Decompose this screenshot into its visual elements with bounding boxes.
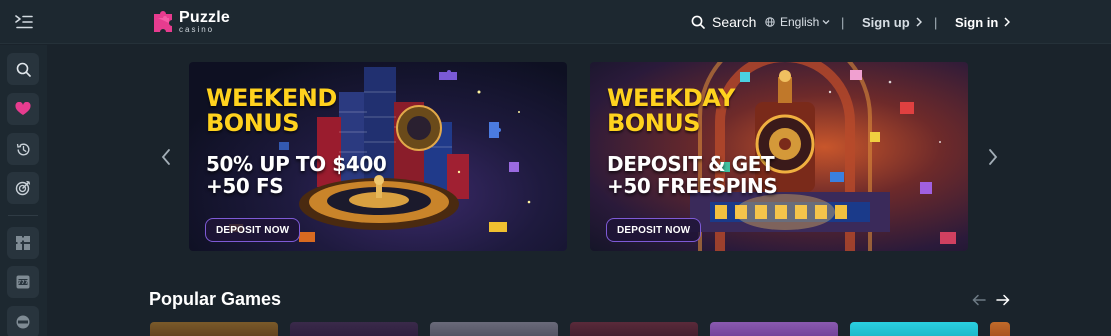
signin-label: Sign in bbox=[955, 14, 999, 30]
sidebar-puzzle-button[interactable] bbox=[7, 227, 39, 259]
globe-icon bbox=[765, 17, 775, 27]
language-select[interactable]: English bbox=[765, 0, 830, 44]
banner-title-line2: BONUS bbox=[206, 109, 300, 137]
puzzle-grid-icon bbox=[16, 236, 30, 250]
chevron-down-icon bbox=[822, 20, 830, 25]
top-header: Puzzle casino Search English | Sign up |… bbox=[0, 0, 1111, 44]
chevron-left-icon bbox=[161, 149, 170, 165]
banner-offer-line1: DEPOSIT & GET bbox=[607, 152, 775, 176]
sidebar-favorites-button[interactable] bbox=[7, 93, 39, 125]
banner-offer: DEPOSIT & GET +50 FREESPINS bbox=[607, 152, 778, 198]
sidebar: 777 bbox=[0, 45, 47, 336]
games-next-button[interactable] bbox=[996, 290, 1010, 310]
header-separator: | bbox=[934, 14, 938, 30]
heart-icon bbox=[15, 102, 31, 115]
banner-title: WEEKDAY BONUS bbox=[607, 86, 735, 136]
promo-banner-weekend[interactable]: WEEKEND BONUS 50% UP TO $400 +50 FS DEPO… bbox=[189, 62, 567, 251]
game-card[interactable] bbox=[990, 322, 1010, 336]
chevron-right-icon bbox=[1004, 17, 1011, 27]
arrow-left-icon bbox=[972, 294, 986, 306]
banner-offer: 50% UP TO $400 +50 FS bbox=[206, 152, 387, 198]
header-separator: | bbox=[841, 14, 845, 30]
banner-title-line2: BONUS bbox=[607, 109, 701, 137]
carousel-prev-button[interactable] bbox=[156, 146, 176, 168]
banner-offer-line2: +50 FREESPINS bbox=[607, 174, 778, 198]
game-card[interactable] bbox=[150, 322, 278, 336]
svg-text:777: 777 bbox=[18, 280, 29, 286]
banner-title-line1: WEEKEND bbox=[206, 84, 337, 112]
banner-title: WEEKEND BONUS bbox=[206, 86, 337, 136]
popular-games-title: Popular Games bbox=[149, 289, 282, 309]
sidebar-slots-button[interactable]: 777 bbox=[7, 266, 39, 298]
game-card[interactable] bbox=[570, 322, 698, 336]
language-label: English bbox=[780, 15, 820, 29]
promo-banner-weekday[interactable]: WEEKDAY BONUS DEPOSIT & GET +50 FREESPIN… bbox=[590, 62, 968, 251]
history-icon bbox=[16, 143, 29, 155]
banner-offer-line1: 50% UP TO $400 bbox=[206, 152, 387, 176]
sidebar-search-button[interactable] bbox=[7, 53, 39, 85]
sidebar-history-button[interactable] bbox=[7, 133, 39, 165]
banner-offer-line2: +50 FS bbox=[206, 174, 284, 198]
sidebar-divider bbox=[8, 215, 38, 216]
signup-button[interactable]: Sign up bbox=[862, 0, 922, 44]
chevron-right-icon bbox=[989, 149, 998, 165]
games-prev-button[interactable] bbox=[972, 290, 986, 310]
header-search-button[interactable]: Search bbox=[691, 0, 756, 44]
game-card[interactable] bbox=[850, 322, 978, 336]
search-icon bbox=[16, 62, 31, 77]
sidebar-table-games-button[interactable] bbox=[7, 306, 39, 336]
carousel-next-button[interactable] bbox=[983, 146, 1003, 168]
game-card[interactable] bbox=[710, 322, 838, 336]
slot-machine-icon: 777 bbox=[16, 275, 30, 289]
sidebar-target-button[interactable] bbox=[7, 172, 39, 204]
deposit-now-button[interactable]: DEPOSIT NOW bbox=[606, 218, 702, 242]
table-games-icon bbox=[16, 315, 30, 329]
signup-label: Sign up bbox=[862, 14, 910, 30]
search-icon bbox=[691, 15, 705, 29]
game-card[interactable] bbox=[290, 322, 418, 336]
target-icon bbox=[15, 180, 31, 196]
chevron-right-icon bbox=[916, 17, 922, 27]
game-card[interactable] bbox=[430, 322, 558, 336]
deposit-now-button[interactable]: DEPOSIT NOW bbox=[205, 218, 301, 242]
search-label: Search bbox=[712, 14, 757, 30]
banner-title-line1: WEEKDAY bbox=[607, 84, 735, 112]
signin-button[interactable]: Sign in bbox=[955, 0, 1011, 44]
arrow-right-icon bbox=[996, 294, 1010, 306]
